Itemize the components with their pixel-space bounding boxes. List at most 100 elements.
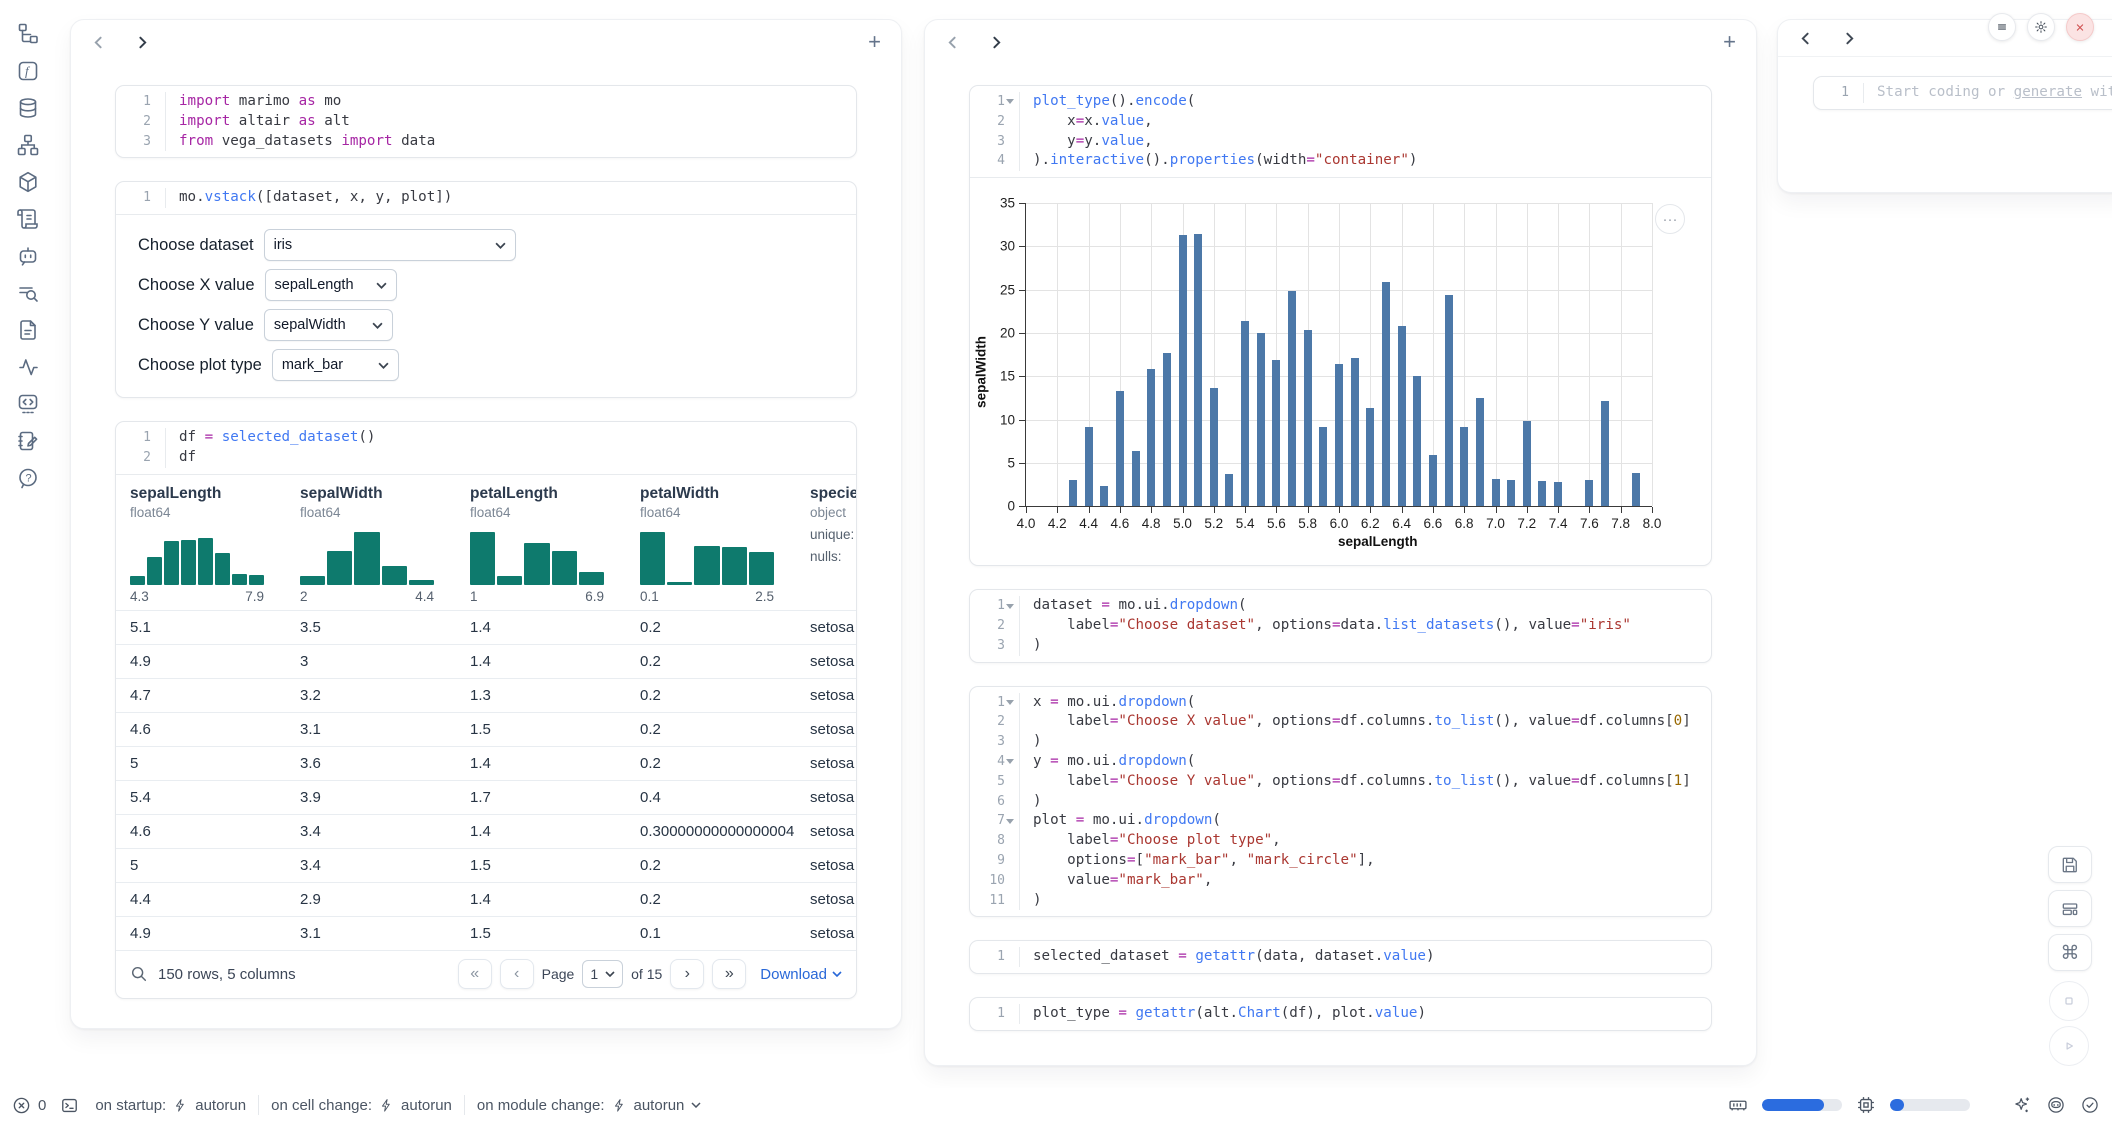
error-count: 0 [38,1097,46,1114]
documentation-icon[interactable] [16,318,40,342]
prev-page-button[interactable]: ‹ [500,959,534,989]
next-cell-button[interactable] [987,33,1006,52]
command-palette-icon[interactable]: ⌘ [2048,934,2092,971]
table-row[interactable]: 4.73.21.30.2setosa [116,678,856,712]
terminal-icon[interactable] [60,1096,79,1115]
download-button[interactable]: Download [760,966,842,983]
table-row[interactable]: 4.931.40.2setosa [116,644,856,678]
column-header-petalLength[interactable]: petalLengthfloat6416.9 [456,485,626,604]
help-icon[interactable]: ? [16,466,40,490]
next-cell-button[interactable] [133,33,152,52]
widget-label: Choose Y value [138,316,254,335]
scratchpad-icon[interactable] [16,429,40,453]
file-tree-icon[interactable] [16,22,40,46]
plot-cell: 1plot_type().encode(2 x=x.value,3 y=y.va… [969,85,1712,566]
code-editor[interactable]: 1x = mo.ui.dropdown(2 label="Choose X va… [970,687,1711,917]
outline-icon[interactable] [16,207,40,231]
search-icon[interactable] [130,965,148,983]
middle-cells: 1plot_type().encode(2 x=x.value,3 y=y.va… [925,64,1756,1054]
ai-sparkles-icon[interactable] [2012,1095,2032,1115]
column-header-sepalWidth[interactable]: sepalWidthfloat6424.4 [286,485,456,604]
on-cell-change-setting[interactable]: on cell change: autorun [271,1097,452,1114]
table-header-row: sepalLengthfloat644.37.9sepalWidthfloat6… [116,475,856,610]
memory-icon[interactable] [1728,1095,1748,1115]
code-editor[interactable]: 1dataset = mo.ui.dropdown(2 label="Choos… [970,590,1711,661]
table-row[interactable]: 53.41.50.2setosa [116,848,856,882]
widget-label: Choose dataset [138,236,254,255]
dataset-dropdown[interactable]: iris [264,229,516,261]
snippets-icon[interactable] [16,392,40,416]
prev-cell-button[interactable] [1796,29,1815,48]
add-cell-button[interactable]: + [866,30,883,54]
table-row[interactable]: 4.63.11.50.2setosa [116,712,856,746]
table-row[interactable]: 4.63.41.40.30000000000000004setosa [116,814,856,848]
last-page-button[interactable]: » [712,959,746,989]
pagination: « ‹ Page 1 of 15 › » Download [458,959,842,989]
status-bar: 0 on startup: autorun on cell change: au… [0,1088,2112,1122]
code-editor[interactable]: 1plot_type().encode(2 x=x.value,3 y=y.va… [970,86,1711,177]
code-editor[interactable]: 1import marimo as mo2import altair as al… [116,86,856,157]
svg-text:?: ? [26,473,32,485]
next-cell-button[interactable] [1840,29,1859,48]
cpu-icon[interactable] [1856,1095,1876,1115]
prev-cell-button[interactable] [943,33,962,52]
ai-chat-icon[interactable] [16,244,40,268]
code-editor[interactable]: 1df = selected_dataset()2df [116,422,856,474]
find-icon[interactable] [16,281,40,305]
first-page-button[interactable]: « [458,959,492,989]
errors-indicator[interactable]: 0 [12,1096,46,1115]
menu-icon[interactable] [1988,13,2016,41]
y-value-dropdown[interactable]: sepalWidth [264,309,393,341]
code-editor-placeholder[interactable]: 1Start coding or generate with AI. [1814,77,2112,109]
next-page-button[interactable]: › [670,959,704,989]
widget-row: Choose Y value sepalWidth [138,309,834,341]
stop-icon[interactable] [2049,981,2089,1021]
plot-type-cell: 1plot_type = getattr(alt.Chart(df), plot… [969,997,1712,1031]
shutdown-icon[interactable] [2066,13,2094,41]
table-row[interactable]: 4.93.11.50.1setosa [116,916,856,950]
vstack-output: Choose datasetirisChoose X valuesepalLen… [116,214,856,397]
layout-panels-icon[interactable] [2048,890,2092,927]
column-header-species[interactable]: speciesobjectunique:nulls: [796,485,856,604]
connection-status-icon[interactable] [2080,1095,2100,1115]
x-value-dropdown[interactable]: sepalLength [265,269,397,301]
bolt-icon [612,1098,627,1113]
y-axis-title: sepalWidth [974,336,989,408]
on-startup-setting[interactable]: on startup: autorun [95,1097,246,1114]
widget-row: Choose dataset iris [138,229,834,261]
on-module-change-setting[interactable]: on module change: autorun [477,1097,701,1114]
table-row[interactable]: 4.42.91.40.2setosa [116,882,856,916]
database-icon[interactable] [16,96,40,120]
column-header-sepalLength[interactable]: sepalLengthfloat644.37.9 [116,485,286,604]
column-histogram [300,529,434,585]
run-icon[interactable] [2049,1026,2089,1066]
package-icon[interactable] [16,170,40,194]
table-row[interactable]: 5.43.91.70.4setosa [116,780,856,814]
chevron-down-icon [691,1102,701,1108]
prev-cell-button[interactable] [89,33,108,52]
dependency-graph-icon[interactable] [16,133,40,157]
save-icon[interactable] [2048,846,2092,883]
xy-plot-dropdown-cell: 1x = mo.ui.dropdown(2 label="Choose X va… [969,686,1712,918]
dataframe-table: sepalLengthfloat644.37.9sepalWidthfloat6… [116,475,856,998]
left-panel-header: + [71,20,901,64]
code-editor[interactable]: 1plot_type = getattr(alt.Chart(df), plot… [970,998,1711,1030]
add-cell-button[interactable]: + [1721,30,1738,54]
table-body: 5.13.51.40.2setosa4.931.40.2setosa4.73.2… [116,610,856,950]
page-select[interactable]: 1 [582,960,623,988]
table-footer: 150 rows, 5 columns « ‹ Page 1 of 15 › »… [116,950,856,998]
code-editor[interactable]: 1selected_dataset = getattr(data, datase… [970,941,1711,973]
table-row[interactable]: 5.13.51.40.2setosa [116,610,856,644]
code-editor[interactable]: 1mo.vstack([dataset, x, y, plot]) [116,182,856,214]
column-header-petalWidth[interactable]: petalWidthfloat640.12.5 [626,485,796,604]
gear-icon[interactable] [2027,13,2055,41]
plot-type-dropdown[interactable]: mark_bar [272,349,399,381]
table-row[interactable]: 53.61.40.2setosa [116,746,856,780]
widget-row: Choose plot typemark_bar [138,349,834,381]
functions-icon[interactable]: f [16,59,40,83]
tracing-icon[interactable] [16,355,40,379]
page-label: Page [542,966,575,982]
chart-options-button[interactable]: ··· [1655,204,1685,234]
copilot-icon[interactable] [2046,1095,2066,1115]
altair-bar-chart[interactable]: 051015202530354.04.24.44.64.85.05.25.45.… [1025,203,1652,507]
